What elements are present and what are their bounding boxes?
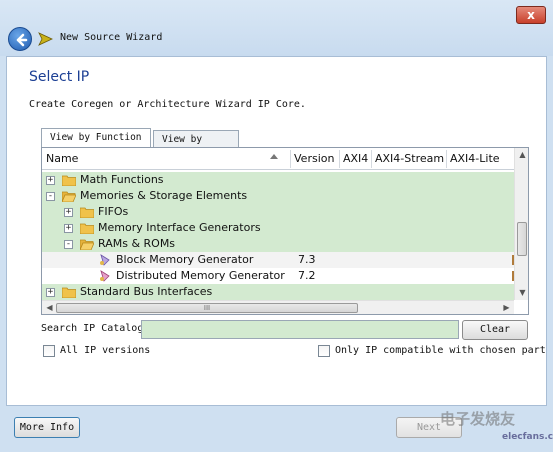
title-bar: x New Source Wizard: [0, 0, 553, 56]
compatible-only-checkbox[interactable]: [318, 345, 330, 357]
row-label: Block Memory Generator: [116, 253, 254, 266]
vertical-scrollbar[interactable]: ▲ ▼: [514, 148, 528, 300]
row-version: 7.3: [298, 253, 316, 266]
row-label: Memories & Storage Elements: [80, 189, 248, 202]
window-title: New Source Wizard: [60, 32, 163, 43]
watermark-text: 电子发烧友: [440, 410, 516, 428]
column-divider[interactable]: [339, 150, 340, 168]
folder-icon: [62, 287, 76, 298]
more-info-button[interactable]: More Info: [14, 417, 80, 438]
wizard-panel: Select IP Create Coregen or Architecture…: [6, 56, 547, 406]
search-input[interactable]: [141, 320, 459, 339]
column-divider[interactable]: [446, 150, 447, 168]
tab-view-by-function[interactable]: View by Function: [41, 128, 151, 148]
ip-core-icon: [100, 254, 110, 266]
tree-row-block-memory-generator[interactable]: Block Memory Generator 7.3: [42, 252, 514, 268]
expand-icon[interactable]: +: [46, 176, 55, 185]
row-version: 7.2: [298, 269, 316, 282]
expand-icon[interactable]: +: [64, 224, 73, 233]
tree-row-math-functions[interactable]: + Math Functions: [42, 172, 514, 188]
tree-row-memory-interface-generators[interactable]: + Memory Interface Generators: [42, 220, 514, 236]
search-label: Search IP Catalog:: [41, 323, 150, 334]
column-name[interactable]: Name: [46, 152, 78, 165]
page-subtitle: Create Coregen or Architecture Wizard IP…: [29, 99, 306, 110]
tree-row-distributed-memory-generator[interactable]: Distributed Memory Generator 7.2: [42, 268, 514, 284]
watermark: 电子发烧友 elecfans.com: [440, 408, 553, 450]
row-label: RAMs & ROMs: [98, 237, 176, 250]
all-versions-label[interactable]: All IP versions: [60, 345, 150, 356]
scroll-right-icon[interactable]: ▶: [499, 301, 514, 314]
scroll-grip: III: [203, 304, 211, 312]
back-button[interactable]: [8, 27, 32, 51]
folder-icon: [62, 175, 76, 186]
folder-icon: [80, 207, 94, 218]
folder-icon: [80, 223, 94, 234]
tree-header: Name Version AXI4 AXI4-Stream AXI4-Lite: [42, 148, 514, 170]
compatible-only-label[interactable]: Only IP compatible with chosen part: [335, 345, 546, 356]
column-version[interactable]: Version: [294, 152, 334, 165]
horizontal-scrollbar[interactable]: ◀ III ▶: [42, 300, 514, 314]
back-arrow-icon: [16, 33, 28, 47]
watermark-sub: elecfans.com: [502, 432, 553, 442]
collapse-icon[interactable]: -: [46, 192, 55, 201]
column-divider[interactable]: [290, 150, 291, 168]
page-title: Select IP: [29, 69, 90, 85]
folder-open-icon: [80, 239, 94, 250]
clear-button[interactable]: Clear: [462, 320, 528, 340]
scroll-up-icon[interactable]: ▲: [515, 148, 528, 162]
ip-core-icon: [100, 270, 110, 282]
tree-row-fifos[interactable]: + FIFOs: [42, 204, 514, 220]
column-axi4[interactable]: AXI4: [343, 152, 368, 165]
column-divider[interactable]: [371, 150, 372, 168]
row-label: Memory Interface Generators: [98, 221, 261, 234]
folder-open-icon: [62, 191, 76, 202]
expand-icon[interactable]: +: [64, 208, 73, 217]
scroll-left-icon[interactable]: ◀: [42, 301, 57, 314]
tree-row-standard-bus-interfaces[interactable]: + Standard Bus Interfaces: [42, 284, 514, 300]
sort-ascending-icon: [270, 154, 278, 159]
row-label: FIFOs: [98, 205, 129, 218]
column-axi4-lite[interactable]: AXI4-Lite: [450, 152, 500, 165]
tab-label: View by Function: [50, 132, 142, 143]
wizard-arrow-icon: [38, 32, 53, 46]
vertical-scroll-thumb[interactable]: [517, 222, 527, 256]
row-label: Distributed Memory Generator: [116, 269, 285, 282]
collapse-icon[interactable]: -: [64, 240, 73, 249]
expand-icon[interactable]: +: [46, 288, 55, 297]
scroll-down-icon[interactable]: ▼: [515, 286, 528, 300]
all-versions-checkbox[interactable]: [43, 345, 55, 357]
column-axi4-stream[interactable]: AXI4-Stream: [375, 152, 444, 165]
close-icon: x: [527, 8, 535, 22]
horizontal-scroll-thumb[interactable]: III: [56, 303, 358, 313]
tree-row-rams-roms[interactable]: - RAMs & ROMs: [42, 236, 514, 252]
ip-tree[interactable]: Name Version AXI4 AXI4-Stream AXI4-Lite …: [41, 147, 529, 315]
close-button[interactable]: x: [516, 6, 546, 24]
row-label: Standard Bus Interfaces: [80, 285, 213, 298]
row-label: Math Functions: [80, 173, 164, 186]
tree-row-memories-storage[interactable]: - Memories & Storage Elements: [42, 188, 514, 204]
